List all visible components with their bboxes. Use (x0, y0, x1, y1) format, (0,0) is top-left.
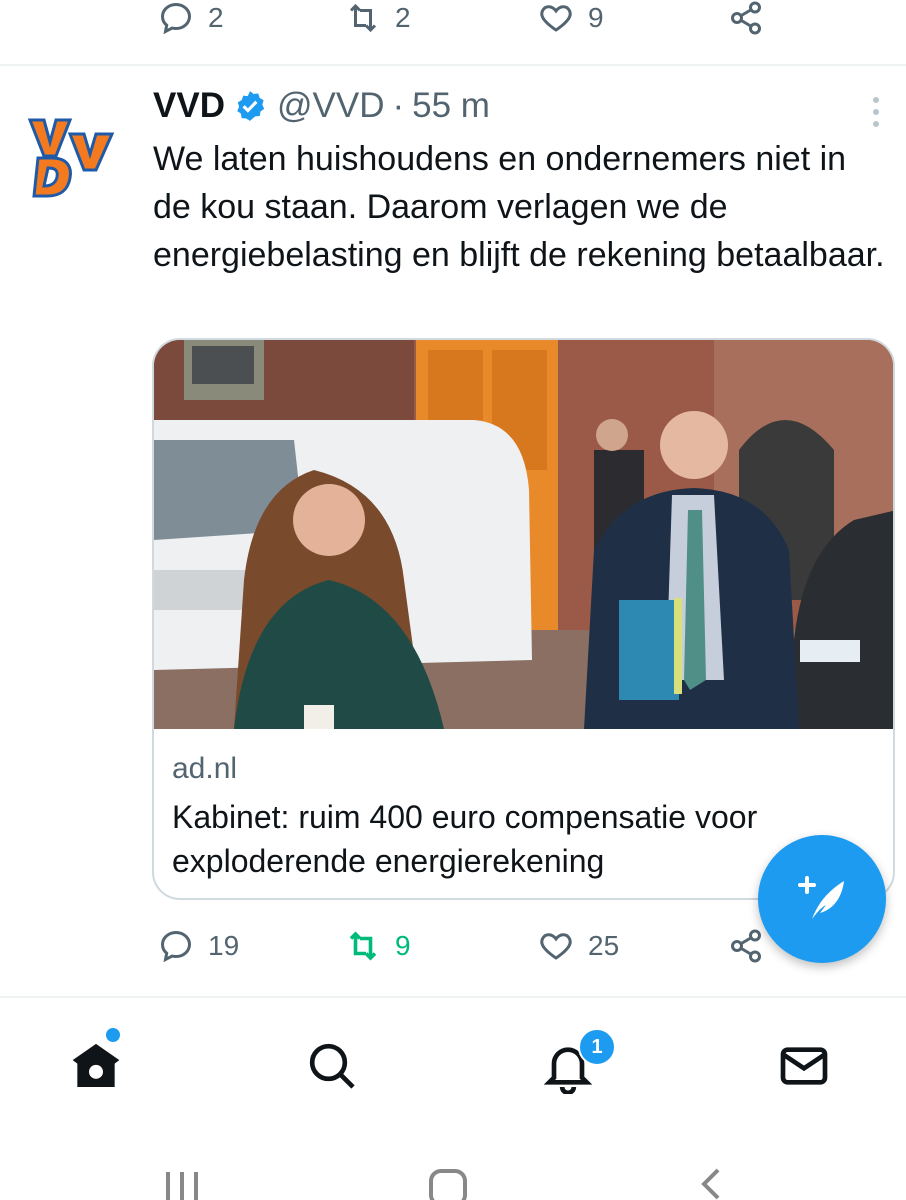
system-nav-bar (0, 1140, 906, 1200)
home-button-icon[interactable] (428, 1168, 468, 1200)
link-card[interactable]: ad.nl Kabinet: ruim 400 euro compensatie… (152, 338, 895, 900)
reply-icon (160, 930, 192, 963)
tweet-text: We laten huishoudens en ondernemers niet… (153, 140, 885, 274)
notification-badge: 1 (578, 1028, 616, 1066)
avatar[interactable] (26, 112, 118, 204)
nav-messages[interactable] (776, 1038, 832, 1094)
share-icon (731, 929, 761, 963)
tweet-divider-top (0, 64, 906, 66)
compose-tweet-button[interactable] (758, 835, 886, 963)
display-name[interactable]: VVD (153, 86, 225, 126)
separator-dot: · (392, 86, 405, 125)
recent-apps-icon[interactable] (160, 1168, 204, 1200)
search-icon (309, 1043, 355, 1089)
tweet-divider-bottom (0, 996, 906, 998)
vvd-logo (27, 118, 115, 198)
retweet-count: 9 (395, 930, 411, 961)
nav-search[interactable] (304, 1038, 360, 1094)
prev-reply-action[interactable]: 2 (158, 0, 224, 36)
retweet-action[interactable]: 9 (345, 928, 411, 964)
like-icon (540, 5, 572, 32)
retweet-icon (349, 3, 377, 33)
handle[interactable]: @VVD (277, 86, 385, 126)
messages-icon (780, 1047, 828, 1085)
compose-feather-icon (798, 876, 844, 919)
like-count: 25 (588, 930, 620, 961)
bottom-nav (0, 1003, 906, 1123)
reply-count: 19 (208, 930, 240, 961)
reply-icon (160, 2, 192, 35)
prev-like-count: 9 (588, 2, 604, 33)
like-icon (540, 933, 572, 960)
prev-retweet-action[interactable]: 2 (345, 0, 411, 36)
prev-like-action[interactable]: 9 (538, 0, 604, 36)
prev-reply-count: 2 (208, 2, 224, 33)
home-icon (72, 1043, 120, 1087)
share-icon (731, 1, 761, 35)
retweet-icon (349, 931, 377, 961)
share-action[interactable] (728, 928, 764, 964)
card-photo (154, 340, 893, 729)
prev-retweet-count: 2 (395, 2, 411, 33)
like-action[interactable]: 25 (538, 928, 619, 964)
card-domain: ad.nl (172, 752, 238, 785)
tweet-header: VVD @VVD · 55 m (153, 86, 490, 126)
verified-badge-icon (237, 91, 265, 121)
timestamp[interactable]: 55 m (412, 86, 490, 126)
home-unread-dot (106, 1028, 120, 1042)
reply-action[interactable]: 19 (158, 928, 239, 964)
nav-home[interactable] (68, 1038, 124, 1094)
back-button-icon[interactable] (696, 1168, 726, 1200)
prev-share-action[interactable] (728, 0, 764, 36)
more-options-icon[interactable] (862, 92, 890, 132)
